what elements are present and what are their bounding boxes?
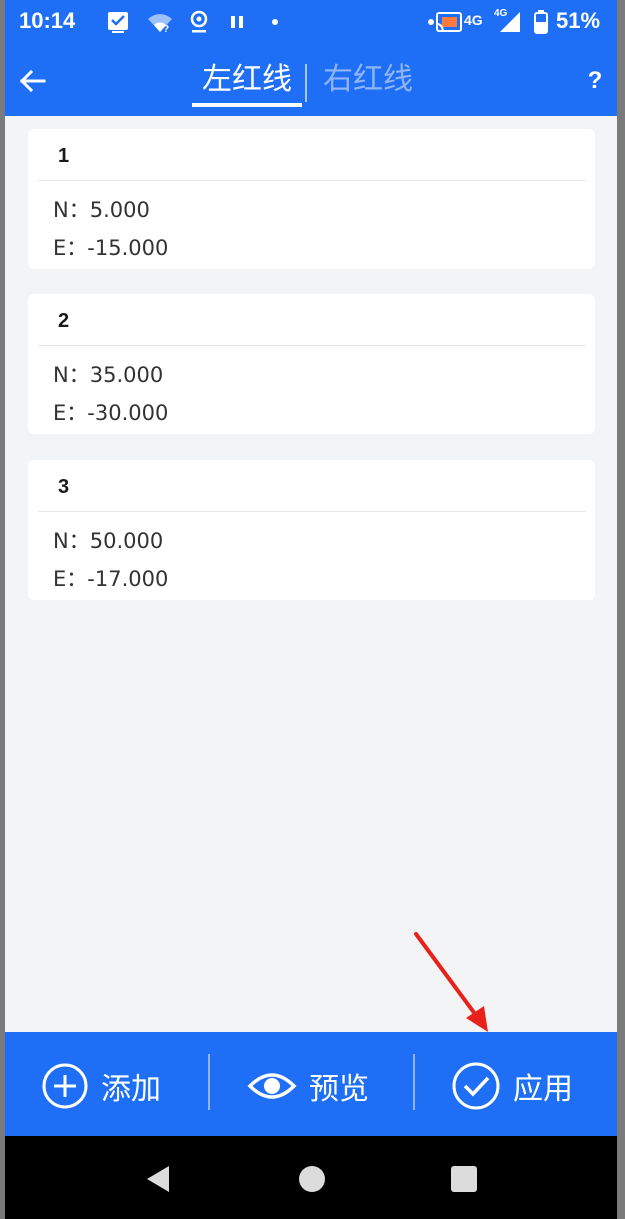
preview-button[interactable]: 预览	[247, 1062, 369, 1110]
apply-button[interactable]: 应用	[451, 1062, 573, 1110]
card-divider	[38, 511, 586, 512]
point-n-row: N：50.000	[53, 525, 163, 555]
point-e-row: E：-15.000	[53, 232, 168, 262]
battery-icon	[531, 10, 551, 34]
triangle-left-icon	[147, 1166, 169, 1192]
wifi-icon: ?	[145, 10, 175, 34]
point-index: 2	[58, 310, 70, 332]
e-value: -30.000	[87, 401, 169, 425]
tab-left-red-line[interactable]: 左红线	[192, 60, 302, 104]
point-card[interactable]: 1 N：5.000 E：-15.000	[28, 129, 595, 269]
nav-home-button[interactable]	[297, 1164, 327, 1194]
n-label: N：	[53, 198, 90, 222]
e-value: -15.000	[87, 236, 169, 260]
e-label: E：	[53, 236, 88, 260]
tab-selected-indicator	[192, 103, 302, 107]
point-index: 3	[58, 476, 70, 498]
point-card[interactable]: 2 N：35.000 E：-30.000	[28, 294, 595, 434]
tab-divider	[305, 64, 307, 102]
annotation-arrow	[414, 932, 488, 1032]
e-label: E：	[53, 567, 88, 591]
action-divider	[208, 1054, 210, 1110]
n-value: 5.000	[89, 198, 150, 222]
card-divider	[38, 345, 586, 346]
n-value: 35.000	[89, 363, 164, 387]
app-screen: 10:14 ? 4G 4G 51% 左红线 右红线 ? 1 N：5.000 E：…	[5, 0, 617, 1219]
dot-icon	[269, 10, 281, 34]
point-e-row: E：-30.000	[53, 397, 168, 427]
point-n-row: N：5.000	[53, 194, 150, 224]
status-time: 10:14	[19, 8, 76, 33]
battery-percent: 51%	[556, 8, 601, 33]
arrow-left-icon	[19, 69, 46, 93]
app-bar: 左红线 右红线 ?	[5, 46, 617, 116]
status-bar: 10:14 ? 4G 4G 51%	[5, 0, 617, 46]
point-n-row: N：35.000	[53, 359, 163, 389]
e-label: E：	[53, 401, 88, 425]
point-card[interactable]: 3 N：50.000 E：-17.000	[28, 460, 595, 600]
system-nav-bar	[5, 1136, 617, 1219]
cast-icon	[433, 10, 465, 34]
pause-icon	[227, 10, 247, 34]
network-type-label: 4G	[464, 12, 483, 28]
point-e-row: E：-17.000	[53, 563, 168, 593]
svg-text:?: ?	[163, 24, 169, 33]
card-divider	[38, 180, 586, 181]
circle-icon	[299, 1166, 325, 1192]
point-index: 1	[58, 145, 70, 167]
action-bar: 添加 预览 应用	[5, 1032, 617, 1136]
n-label: N：	[53, 529, 90, 553]
e-value: -17.000	[87, 567, 169, 591]
nav-back-button[interactable]	[143, 1164, 173, 1194]
eye-icon	[247, 1073, 297, 1099]
plus-circle-icon	[42, 1063, 88, 1109]
nav-recents-button[interactable]	[449, 1164, 479, 1194]
square-icon	[451, 1166, 477, 1192]
preview-label: 预览	[309, 1072, 369, 1107]
back-button[interactable]	[15, 64, 49, 98]
help-button[interactable]: ?	[580, 64, 610, 98]
add-label: 添加	[101, 1072, 161, 1107]
n-value: 50.000	[89, 529, 164, 553]
check-circle-icon	[452, 1062, 500, 1110]
apply-label: 应用	[513, 1072, 573, 1107]
location-icon	[187, 10, 211, 34]
add-button[interactable]: 添加	[41, 1062, 161, 1110]
check-box-icon	[105, 10, 131, 34]
n-label: N：	[53, 363, 90, 387]
action-divider	[413, 1054, 415, 1110]
tab-right-red-line[interactable]: 右红线	[318, 60, 418, 104]
signal-icon	[495, 10, 525, 34]
